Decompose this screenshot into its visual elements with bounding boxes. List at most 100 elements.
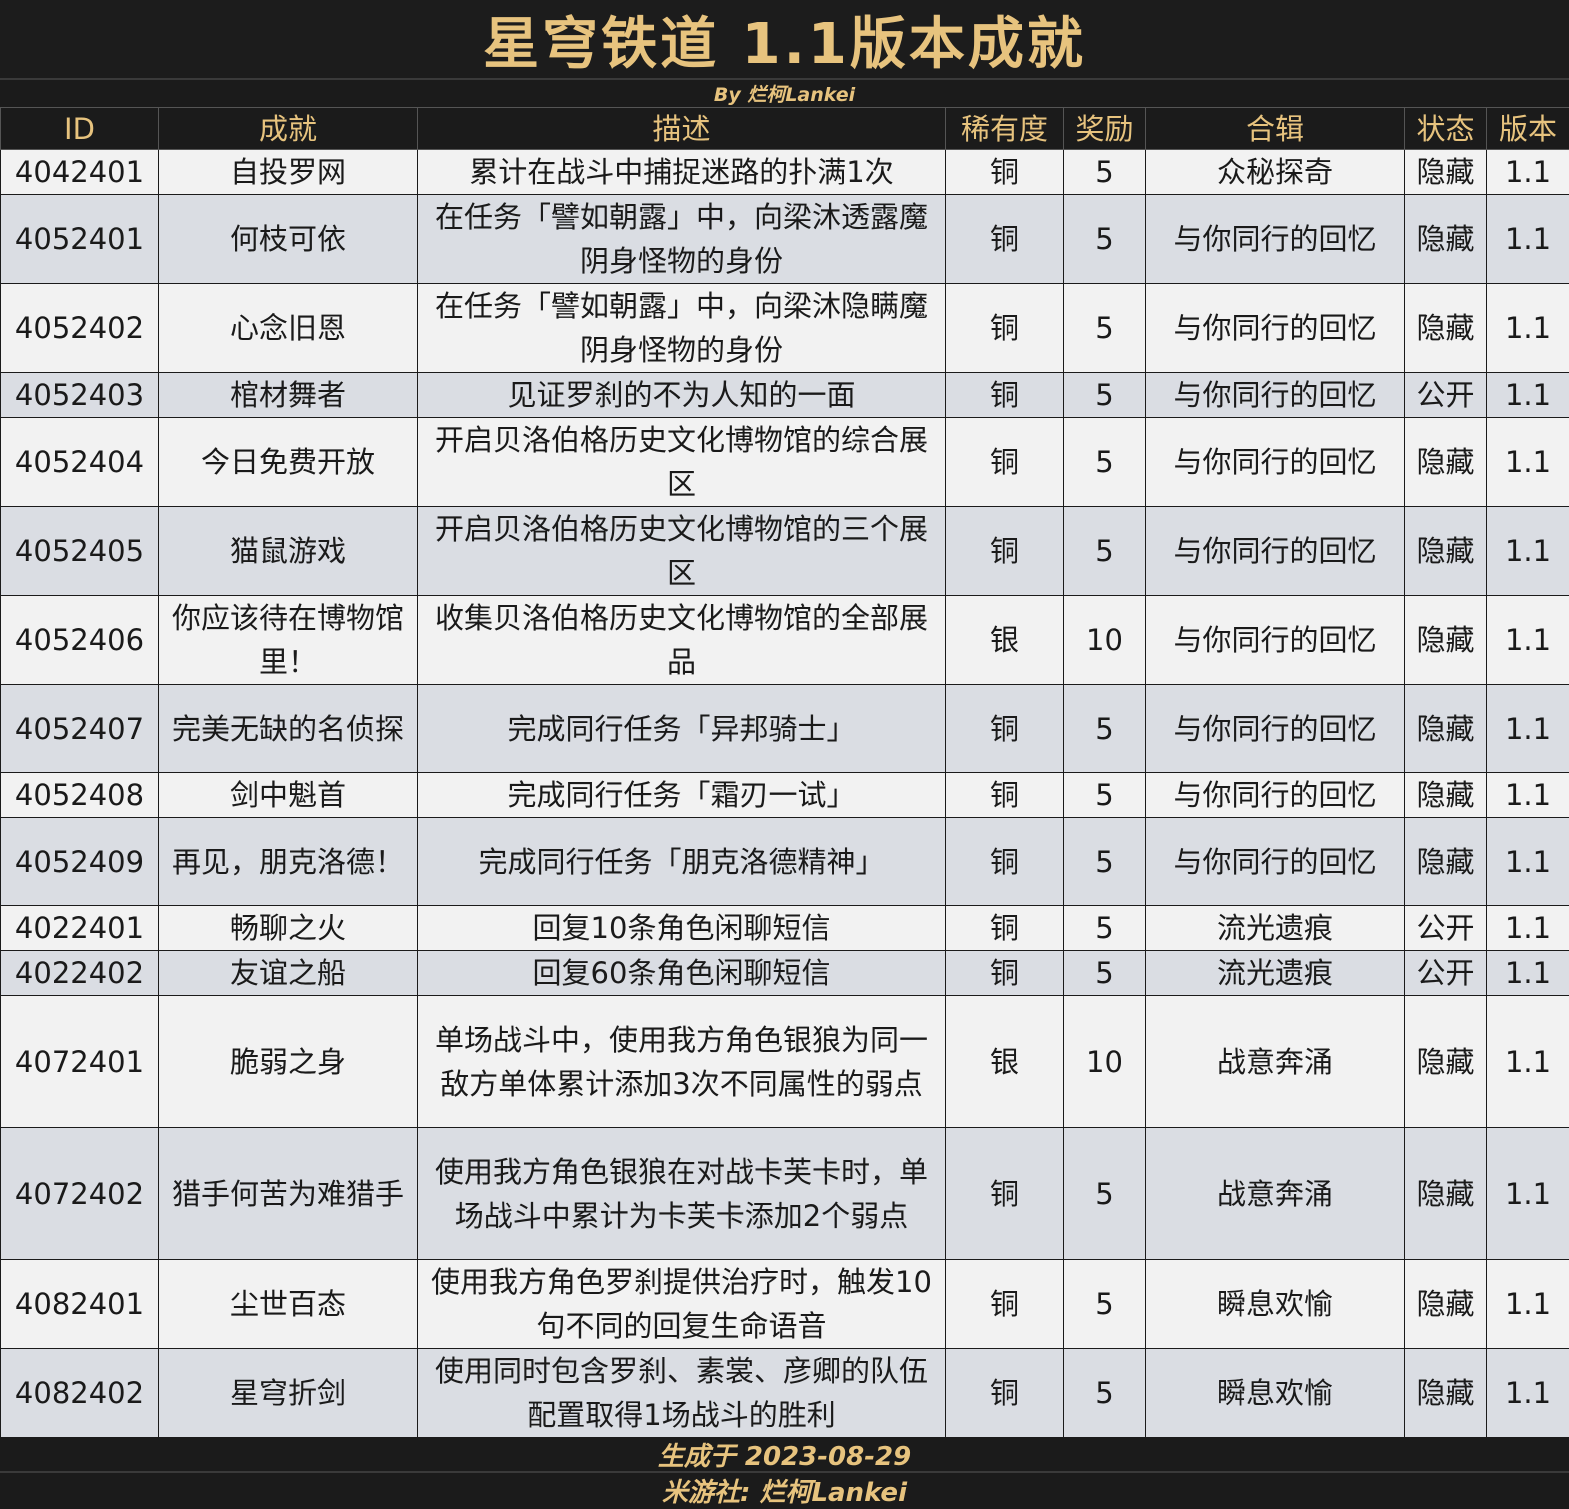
cell-reward: 5 <box>1064 1349 1146 1438</box>
column-header-status: 状态 <box>1405 108 1487 150</box>
cell-id: 4042401 <box>1 150 159 195</box>
cell-desc: 单场战斗中，使用我方角色银狼为同一敌方单体累计添加3次不同属性的弱点 <box>418 996 946 1128</box>
cell-rarity: 银 <box>946 596 1064 685</box>
column-header-series: 合辑 <box>1146 108 1405 150</box>
cell-desc: 收集贝洛伯格历史文化博物馆的全部展品 <box>418 596 946 685</box>
cell-version: 1.1 <box>1487 1349 1569 1438</box>
achievement-table: ID 成就 描述 稀有度 奖励 合辑 状态 版本 4042401自投罗网累计在战… <box>0 107 1569 1438</box>
cell-series: 与你同行的回忆 <box>1146 818 1405 906</box>
cell-status: 隐藏 <box>1405 507 1487 596</box>
cell-desc: 在任务「譬如朝露」中，向梁沐透露魔阴身怪物的身份 <box>418 195 946 284</box>
table-row: 4072402猎手何苦为难猎手使用我方角色银狼在对战卡芙卡时，单场战斗中累计为卡… <box>1 1128 1569 1260</box>
cell-series: 与你同行的回忆 <box>1146 195 1405 284</box>
cell-reward: 5 <box>1064 507 1146 596</box>
cell-series: 战意奔涌 <box>1146 996 1405 1128</box>
cell-status: 隐藏 <box>1405 1128 1487 1260</box>
cell-status: 隐藏 <box>1405 596 1487 685</box>
cell-rarity: 铜 <box>946 951 1064 996</box>
cell-version: 1.1 <box>1487 685 1569 773</box>
cell-status: 公开 <box>1405 373 1487 418</box>
cell-series: 与你同行的回忆 <box>1146 284 1405 373</box>
cell-name: 棺材舞者 <box>159 373 418 418</box>
cell-version: 1.1 <box>1487 906 1569 951</box>
cell-reward: 5 <box>1064 150 1146 195</box>
cell-series: 与你同行的回忆 <box>1146 773 1405 818</box>
cell-series: 瞬息欢愉 <box>1146 1349 1405 1438</box>
table-row: 4052409再见，朋克洛德！完成同行任务「朋克洛德精神」铜5与你同行的回忆隐藏… <box>1 818 1569 906</box>
table-row: 4052408剑中魁首完成同行任务「霜刃一试」铜5与你同行的回忆隐藏1.1 <box>1 773 1569 818</box>
table-row: 4072401脆弱之身单场战斗中，使用我方角色银狼为同一敌方单体累计添加3次不同… <box>1 996 1569 1128</box>
cell-name: 尘世百态 <box>159 1260 418 1349</box>
table-row: 4052402心念旧恩在任务「譬如朝露」中，向梁沐隐瞒魔阴身怪物的身份铜5与你同… <box>1 284 1569 373</box>
cell-series: 瞬息欢愉 <box>1146 1260 1405 1349</box>
cell-desc: 使用同时包含罗刹、素裳、彦卿的队伍配置取得1场战斗的胜利 <box>418 1349 946 1438</box>
cell-rarity: 铜 <box>946 150 1064 195</box>
cell-desc: 使用我方角色银狼在对战卡芙卡时，单场战斗中累计为卡芙卡添加2个弱点 <box>418 1128 946 1260</box>
cell-rarity: 铜 <box>946 1349 1064 1438</box>
cell-name: 畅聊之火 <box>159 906 418 951</box>
cell-name: 你应该待在博物馆里！ <box>159 596 418 685</box>
cell-rarity: 铜 <box>946 685 1064 773</box>
cell-id: 4052402 <box>1 284 159 373</box>
cell-rarity: 铜 <box>946 284 1064 373</box>
cell-status: 隐藏 <box>1405 284 1487 373</box>
cell-version: 1.1 <box>1487 418 1569 507</box>
cell-reward: 5 <box>1064 906 1146 951</box>
cell-rarity: 铜 <box>946 906 1064 951</box>
table-row: 4022402友谊之船回复60条角色闲聊短信铜5流光遗痕公开1.1 <box>1 951 1569 996</box>
table-header-row: ID 成就 描述 稀有度 奖励 合辑 状态 版本 <box>1 108 1569 150</box>
column-header-desc: 描述 <box>418 108 946 150</box>
cell-rarity: 铜 <box>946 418 1064 507</box>
cell-rarity: 银 <box>946 996 1064 1128</box>
cell-rarity: 铜 <box>946 507 1064 596</box>
author-byline: By 烂柯Lankei <box>0 80 1569 107</box>
cell-name: 完美无缺的名侦探 <box>159 685 418 773</box>
cell-id: 4052405 <box>1 507 159 596</box>
cell-reward: 5 <box>1064 1128 1146 1260</box>
cell-version: 1.1 <box>1487 1260 1569 1349</box>
cell-reward: 5 <box>1064 284 1146 373</box>
cell-series: 与你同行的回忆 <box>1146 418 1405 507</box>
cell-desc: 完成同行任务「霜刃一试」 <box>418 773 946 818</box>
cell-id: 4052407 <box>1 685 159 773</box>
table-row: 4082401尘世百态使用我方角色罗刹提供治疗时，触发10句不同的回复生命语音铜… <box>1 1260 1569 1349</box>
cell-id: 4072401 <box>1 996 159 1128</box>
cell-status: 隐藏 <box>1405 195 1487 284</box>
cell-id: 4082401 <box>1 1260 159 1349</box>
cell-desc: 累计在战斗中捕捉迷路的扑满1次 <box>418 150 946 195</box>
column-header-id: ID <box>1 108 159 150</box>
cell-id: 4022401 <box>1 906 159 951</box>
cell-name: 再见，朋克洛德！ <box>159 818 418 906</box>
column-header-version: 版本 <box>1487 108 1569 150</box>
table-row: 4052404今日免费开放开启贝洛伯格历史文化博物馆的综合展区铜5与你同行的回忆… <box>1 418 1569 507</box>
cell-reward: 5 <box>1064 195 1146 284</box>
cell-name: 友谊之船 <box>159 951 418 996</box>
cell-name: 剑中魁首 <box>159 773 418 818</box>
cell-desc: 在任务「譬如朝露」中，向梁沐隐瞒魔阴身怪物的身份 <box>418 284 946 373</box>
cell-name: 星穹折剑 <box>159 1349 418 1438</box>
cell-reward: 5 <box>1064 418 1146 507</box>
cell-series: 战意奔涌 <box>1146 1128 1405 1260</box>
table-row: 4052407完美无缺的名侦探完成同行任务「异邦骑士」铜5与你同行的回忆隐藏1.… <box>1 685 1569 773</box>
cell-reward: 10 <box>1064 996 1146 1128</box>
cell-rarity: 铜 <box>946 773 1064 818</box>
cell-version: 1.1 <box>1487 150 1569 195</box>
cell-status: 隐藏 <box>1405 1349 1487 1438</box>
cell-name: 自投罗网 <box>159 150 418 195</box>
column-header-rarity: 稀有度 <box>946 108 1064 150</box>
table-row: 4082402星穹折剑使用同时包含罗刹、素裳、彦卿的队伍配置取得1场战斗的胜利铜… <box>1 1349 1569 1438</box>
table-row: 4022401畅聊之火回复10条角色闲聊短信铜5流光遗痕公开1.1 <box>1 906 1569 951</box>
cell-desc: 完成同行任务「异邦骑士」 <box>418 685 946 773</box>
cell-desc: 开启贝洛伯格历史文化博物馆的三个展区 <box>418 507 946 596</box>
cell-desc: 开启贝洛伯格历史文化博物馆的综合展区 <box>418 418 946 507</box>
cell-desc: 完成同行任务「朋克洛德精神」 <box>418 818 946 906</box>
cell-series: 流光遗痕 <box>1146 906 1405 951</box>
table-row: 4052405猫鼠游戏开启贝洛伯格历史文化博物馆的三个展区铜5与你同行的回忆隐藏… <box>1 507 1569 596</box>
cell-status: 隐藏 <box>1405 418 1487 507</box>
cell-desc: 见证罗刹的不为人知的一面 <box>418 373 946 418</box>
table-row: 4052403棺材舞者见证罗刹的不为人知的一面铜5与你同行的回忆公开1.1 <box>1 373 1569 418</box>
cell-reward: 5 <box>1064 773 1146 818</box>
cell-rarity: 铜 <box>946 1260 1064 1349</box>
cell-reward: 5 <box>1064 818 1146 906</box>
column-header-name: 成就 <box>159 108 418 150</box>
